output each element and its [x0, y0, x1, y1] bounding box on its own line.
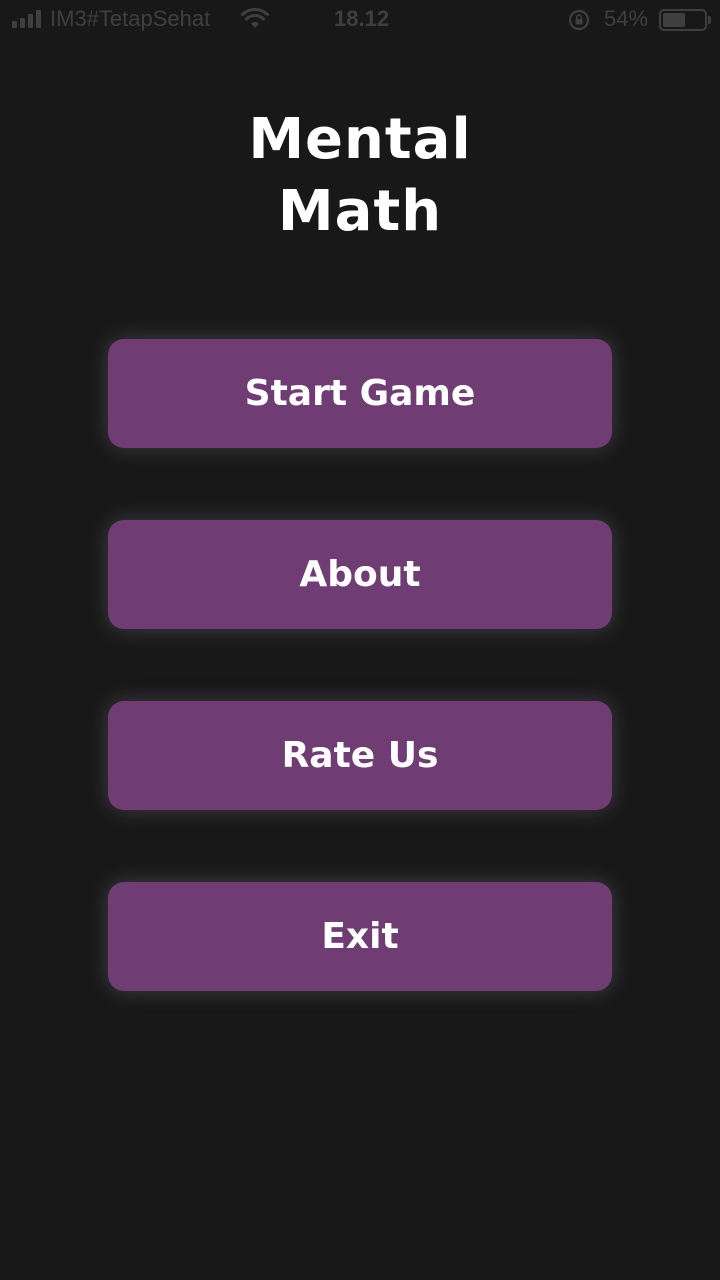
wifi-icon — [241, 8, 269, 28]
battery-percent: 54% — [604, 6, 649, 31]
rotation-lock-icon — [568, 9, 590, 31]
about-button[interactable]: About — [108, 520, 612, 629]
app-title-line-1: Mental — [248, 107, 472, 172]
main-menu: Start Game About Rate Us Exit — [108, 339, 612, 1063]
signal-icon — [12, 10, 41, 28]
carrier-name: IM3#TetapSehat — [50, 6, 211, 31]
status-bar: IM3#TetapSehat 18.12 54% — [0, 0, 720, 40]
status-time: 18.12 — [334, 6, 390, 31]
start-game-button[interactable]: Start Game — [108, 339, 612, 448]
main-menu-screen: IM3#TetapSehat 18.12 54% Mental Math Sta… — [0, 0, 720, 1280]
app-title: Mental Math — [0, 104, 720, 248]
battery-fill — [663, 13, 685, 27]
battery-icon — [659, 9, 711, 31]
exit-button[interactable]: Exit — [108, 882, 612, 991]
rate-us-button[interactable]: Rate Us — [108, 701, 612, 810]
app-title-line-2: Math — [277, 179, 443, 244]
